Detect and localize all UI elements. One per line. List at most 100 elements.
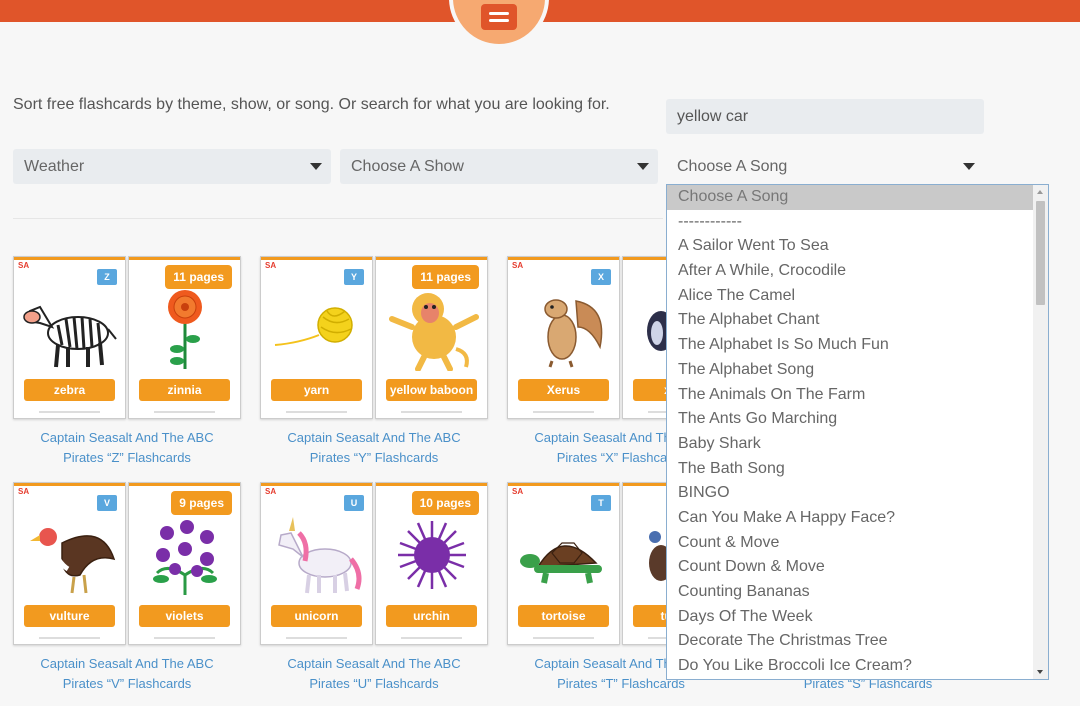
song-option[interactable]: Count Down & Move bbox=[667, 555, 1034, 580]
letter-tag: V bbox=[97, 495, 117, 511]
song-option[interactable]: The Ants Go Marching bbox=[667, 407, 1034, 432]
flashcard-word: yellow baboon bbox=[386, 379, 477, 401]
letter-tag: U bbox=[344, 495, 364, 511]
caption-line: Pirates “U” Flashcards bbox=[309, 676, 439, 691]
urchin-illustration bbox=[397, 521, 466, 589]
song-option[interactable]: Counting Bananas bbox=[667, 580, 1034, 605]
flashcard-preview[interactable]: SA Y yarn 11 pages yellow baboon bbox=[260, 256, 488, 419]
song-options: Choose A Song ------------ A Sailor Went T… bbox=[667, 185, 1034, 679]
pages-badge: 11 pages bbox=[165, 265, 232, 289]
song-option[interactable]: Decorate The Christmas Tree bbox=[667, 629, 1034, 654]
pages-badge: 10 pages bbox=[411, 491, 479, 515]
flashcard-word: violets bbox=[139, 605, 230, 627]
flashcard-left: SA V vulture bbox=[13, 482, 126, 645]
song-option[interactable]: The Alphabet Is So Much Fun bbox=[667, 333, 1034, 358]
caption-line: Captain Seasalt And The ABC bbox=[40, 430, 214, 445]
flashcard-left: SA T tortoise bbox=[507, 482, 620, 645]
caption-line: Pirates “Z” Flashcards bbox=[63, 450, 191, 465]
flashcard-right: 11 pages yellow baboon bbox=[375, 256, 488, 419]
letter-tag: T bbox=[591, 495, 611, 511]
song-option[interactable]: After A While, Crocodile bbox=[667, 259, 1034, 284]
song-option[interactable]: The Alphabet Song bbox=[667, 358, 1034, 383]
scroll-up-arrow-icon[interactable] bbox=[1037, 190, 1043, 194]
flashcard-left: SA Y yarn bbox=[260, 256, 373, 419]
flashcard-right: 10 pages urchin bbox=[375, 482, 488, 645]
flashcard-word: yarn bbox=[271, 379, 362, 401]
song-option-selected[interactable]: Choose A Song bbox=[667, 185, 1034, 210]
theme-select-value: Weather bbox=[24, 158, 85, 175]
song-option[interactable]: Days Of The Week bbox=[667, 605, 1034, 630]
yarn-illustration bbox=[274, 307, 353, 346]
song-option[interactable]: Do You Like Broccoli Ice Cream? bbox=[667, 654, 1034, 679]
tortoise-illustration bbox=[519, 542, 602, 584]
brand-logo: SA bbox=[18, 261, 30, 270]
scroll-down-arrow-icon[interactable] bbox=[1037, 670, 1043, 674]
brand-logo: SA bbox=[265, 487, 277, 496]
flashcard-left: SA U unicorn bbox=[260, 482, 373, 645]
flashcard-left: SA X Xerus bbox=[507, 256, 620, 419]
song-option[interactable]: Alice The Camel bbox=[667, 284, 1034, 309]
unicorn-illustration bbox=[277, 517, 361, 594]
flashcard-preview[interactable]: SA U unicorn 10 pages urchin bbox=[260, 482, 488, 645]
flashcard-preview[interactable]: SA V vulture 9 pages violets bbox=[13, 482, 241, 645]
flashcard-title-link[interactable]: Captain Seasalt And The ABC Pirates “Y” … bbox=[260, 428, 488, 468]
brand-logo: SA bbox=[265, 261, 277, 270]
song-option[interactable]: Count & Move bbox=[667, 531, 1034, 556]
flashcard-right: 9 pages violets bbox=[128, 482, 241, 645]
chevron-down-icon bbox=[963, 163, 975, 170]
flashcard-title-link[interactable]: Captain Seasalt And The ABC Pirates “Z” … bbox=[13, 428, 241, 468]
intro-text: Sort free flashcards by theme, show, or … bbox=[13, 96, 610, 113]
caption-line: Pirates “Y” Flashcards bbox=[309, 450, 439, 465]
flashcard-word: zebra bbox=[24, 379, 115, 401]
sign-board-icon bbox=[481, 4, 517, 30]
yellow-baboon-illustration bbox=[388, 293, 479, 371]
flashcard-left: SA Z zebra bbox=[13, 256, 126, 419]
dropdown-scrollbar[interactable] bbox=[1033, 185, 1048, 679]
pages-badge: 9 pages bbox=[171, 491, 232, 515]
flashcard-word: urchin bbox=[386, 605, 477, 627]
song-option[interactable]: The Bath Song bbox=[667, 457, 1034, 482]
vulture-illustration bbox=[29, 528, 115, 594]
violets-illustration bbox=[152, 520, 217, 595]
zebra-illustration bbox=[22, 305, 117, 368]
caption-line: Pirates “V” Flashcards bbox=[62, 676, 192, 691]
flashcard-right: 11 pages zinnia bbox=[128, 256, 241, 419]
theme-select[interactable]: Weather bbox=[13, 149, 331, 184]
show-select-value: Choose A Show bbox=[351, 158, 464, 175]
flashcard-preview[interactable]: SA Z zebra 11 pages zinnia bbox=[13, 256, 241, 419]
scrollbar-thumb[interactable] bbox=[1036, 201, 1045, 305]
brand-logo: SA bbox=[18, 487, 30, 496]
caption-line: Captain Seasalt And The ABC bbox=[287, 656, 461, 671]
site-logo[interactable] bbox=[449, 0, 549, 48]
song-select[interactable]: Choose A Song bbox=[666, 149, 984, 184]
flashcard-title-link[interactable]: Captain Seasalt And The ABC Pirates “V” … bbox=[13, 654, 241, 694]
pages-badge: 11 pages bbox=[412, 265, 479, 289]
song-option[interactable]: A Sailor Went To Sea bbox=[667, 234, 1034, 259]
zinnia-illustration bbox=[167, 290, 202, 369]
brand-logo: SA bbox=[512, 261, 524, 270]
caption-line: Captain Seasalt And The ABC bbox=[40, 656, 214, 671]
show-select[interactable]: Choose A Show bbox=[340, 149, 658, 184]
letter-tag: Z bbox=[97, 269, 117, 285]
song-option[interactable]: Can You Make A Happy Face? bbox=[667, 506, 1034, 531]
search-input[interactable]: yellow car bbox=[666, 99, 984, 134]
letter-tag: Y bbox=[344, 269, 364, 285]
song-dropdown-list[interactable]: Choose A Song ------------ A Sailor Went T… bbox=[666, 184, 1049, 680]
song-select-value: Choose A Song bbox=[677, 158, 788, 175]
letter-tag: X bbox=[591, 269, 611, 285]
song-option[interactable]: BINGO bbox=[667, 481, 1034, 506]
xerus-illustration bbox=[543, 299, 602, 368]
flashcard-word: unicorn bbox=[271, 605, 362, 627]
flashcard-word: zinnia bbox=[139, 379, 230, 401]
song-option[interactable]: The Alphabet Chant bbox=[667, 308, 1034, 333]
song-option[interactable]: The Animals On The Farm bbox=[667, 383, 1034, 408]
caption-line: Captain Seasalt And The ABC bbox=[287, 430, 461, 445]
brand-logo: SA bbox=[512, 487, 524, 496]
flashcard-word: Xerus bbox=[518, 379, 609, 401]
flashcard-word: vulture bbox=[24, 605, 115, 627]
chevron-down-icon bbox=[637, 163, 649, 170]
flashcard-title-link[interactable]: Captain Seasalt And The ABC Pirates “U” … bbox=[260, 654, 488, 694]
song-option[interactable]: Baby Shark bbox=[667, 432, 1034, 457]
song-option[interactable]: ------------ bbox=[667, 210, 1034, 235]
flashcard-word: tortoise bbox=[518, 605, 609, 627]
